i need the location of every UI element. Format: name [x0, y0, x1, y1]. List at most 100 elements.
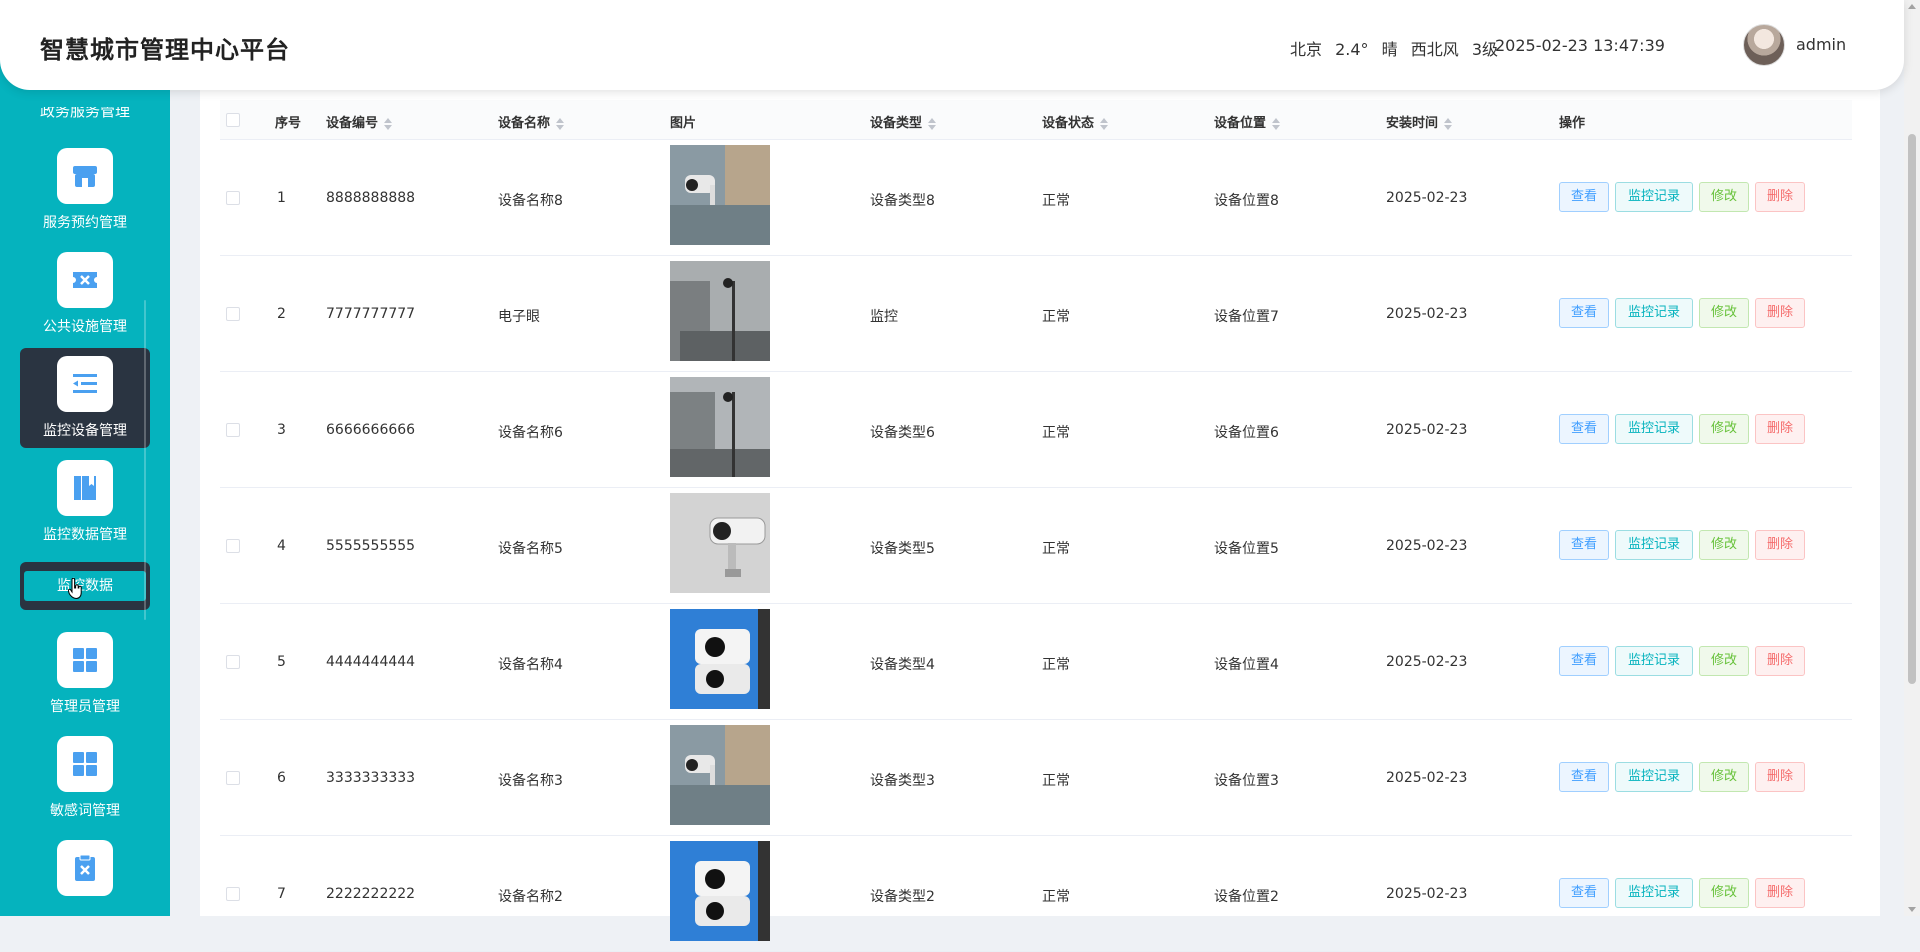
- col-type[interactable]: 设备类型: [870, 112, 937, 131]
- delete-button[interactable]: 删除: [1755, 878, 1805, 908]
- edit-button[interactable]: 修改: [1699, 182, 1749, 212]
- col-location[interactable]: 设备位置: [1214, 112, 1281, 131]
- delete-button[interactable]: 删除: [1755, 646, 1805, 676]
- cell-no: 4: [277, 538, 286, 554]
- view-button[interactable]: 查看: [1559, 878, 1609, 908]
- row-checkbox[interactable]: [226, 655, 240, 669]
- row-checkbox[interactable]: [226, 191, 240, 205]
- row-checkbox[interactable]: [226, 539, 240, 553]
- sidebar-item-more[interactable]: [20, 832, 150, 916]
- weather-city: 北京: [1290, 40, 1323, 59]
- delete-button[interactable]: 删除: [1755, 530, 1805, 560]
- col-name[interactable]: 设备名称: [498, 112, 565, 131]
- view-button[interactable]: 查看: [1559, 646, 1609, 676]
- monitor-log-button[interactable]: 监控记录: [1615, 414, 1693, 444]
- cell-location: 设备位置4: [1214, 657, 1279, 673]
- monitor-log-button[interactable]: 监控记录: [1615, 878, 1693, 908]
- table-body: 1 8888888888 设备名称8 设备类型8 正常 设备位置8 2025-0…: [220, 140, 1852, 952]
- edit-button[interactable]: 修改: [1699, 530, 1749, 560]
- monitor-log-button[interactable]: 监控记录: [1615, 530, 1693, 560]
- device-image[interactable]: [670, 377, 770, 477]
- view-button[interactable]: 查看: [1559, 762, 1609, 792]
- sidebar-item-label: 服务预约管理: [43, 215, 127, 231]
- cell-type: 设备类型2: [870, 889, 935, 905]
- sidebar-scrollbar[interactable]: [144, 300, 146, 620]
- device-image[interactable]: [670, 841, 770, 941]
- cell-location: 设备位置5: [1214, 541, 1279, 557]
- weather-condition: 晴: [1381, 40, 1398, 59]
- cell-date: 2025-02-23: [1386, 654, 1468, 670]
- sort-icon[interactable]: [556, 117, 565, 130]
- cell-status: 正常: [1042, 309, 1070, 325]
- sort-icon[interactable]: [1272, 117, 1281, 130]
- cell-no: 5: [277, 654, 286, 670]
- view-button[interactable]: 查看: [1559, 530, 1609, 560]
- table-row: 4 5555555555 设备名称5 设备类型5 正常 设备位置5 2025-0…: [220, 488, 1852, 604]
- sidebar-item-label: 监控数据管理: [43, 527, 127, 543]
- delete-button[interactable]: 删除: [1755, 414, 1805, 444]
- sort-icon[interactable]: [1100, 117, 1109, 130]
- row-checkbox[interactable]: [226, 771, 240, 785]
- scroll-up-icon[interactable]: [1908, 4, 1916, 9]
- cell-code: 3333333333: [326, 770, 416, 786]
- list-icon: [73, 374, 97, 393]
- row-checkbox[interactable]: [226, 307, 240, 321]
- monitor-log-button[interactable]: 监控记录: [1615, 298, 1693, 328]
- cell-no: 2: [277, 306, 286, 322]
- avatar[interactable]: [1743, 24, 1785, 66]
- submenu-item-monitor-data[interactable]: 监控数据: [24, 571, 146, 601]
- device-image[interactable]: [670, 725, 770, 825]
- page-scrollbar[interactable]: [1904, 0, 1920, 916]
- device-image[interactable]: [670, 609, 770, 709]
- col-status[interactable]: 设备状态: [1042, 112, 1109, 131]
- monitor-log-button[interactable]: 监控记录: [1615, 646, 1693, 676]
- edit-button[interactable]: 修改: [1699, 878, 1749, 908]
- sidebar-item-monitor-device[interactable]: 监控设备管理: [20, 348, 150, 448]
- cell-code: 7777777777: [326, 306, 416, 322]
- username[interactable]: admin: [1796, 35, 1846, 54]
- view-button[interactable]: 查看: [1559, 414, 1609, 444]
- edit-button[interactable]: 修改: [1699, 298, 1749, 328]
- cell-date: 2025-02-23: [1386, 770, 1468, 786]
- col-image: 图片: [670, 116, 697, 131]
- cell-type: 设备类型3: [870, 773, 935, 789]
- edit-button[interactable]: 修改: [1699, 646, 1749, 676]
- main-content: 序号 设备编号 设备名称 图片 设备类型 设备状态 设备位置 安装时间 操作 1…: [200, 90, 1880, 952]
- cell-name: 电子眼: [498, 309, 540, 325]
- sort-icon[interactable]: [928, 117, 937, 130]
- row-checkbox[interactable]: [226, 423, 240, 437]
- col-code[interactable]: 设备编号: [326, 112, 393, 131]
- cell-type: 监控: [870, 309, 898, 325]
- monitor-log-button[interactable]: 监控记录: [1615, 182, 1693, 212]
- cell-date: 2025-02-23: [1386, 190, 1468, 206]
- col-date[interactable]: 安装时间: [1386, 112, 1453, 131]
- select-all-checkbox[interactable]: [226, 113, 240, 127]
- sidebar-item-sensitive-words[interactable]: 敏感词管理: [20, 728, 150, 828]
- row-checkbox[interactable]: [226, 887, 240, 901]
- delete-button[interactable]: 删除: [1755, 762, 1805, 792]
- scroll-down-icon[interactable]: [1908, 907, 1916, 912]
- ticket-icon: [73, 272, 97, 288]
- device-image[interactable]: [670, 493, 770, 593]
- sidebar-item-admin[interactable]: 管理员管理: [20, 624, 150, 724]
- sort-icon[interactable]: [384, 117, 393, 130]
- delete-button[interactable]: 删除: [1755, 298, 1805, 328]
- sidebar-item-partial[interactable]: 政务服务管理: [0, 107, 170, 119]
- sidebar-item-monitor-data[interactable]: 监控数据管理: [20, 452, 150, 552]
- delete-button[interactable]: 删除: [1755, 182, 1805, 212]
- cell-date: 2025-02-23: [1386, 886, 1468, 902]
- device-image[interactable]: [670, 145, 770, 245]
- cell-location: 设备位置2: [1214, 889, 1279, 905]
- edit-button[interactable]: 修改: [1699, 762, 1749, 792]
- sidebar-item-service-booking[interactable]: 服务预约管理: [20, 140, 150, 240]
- view-button[interactable]: 查看: [1559, 182, 1609, 212]
- sort-icon[interactable]: [1444, 117, 1453, 130]
- sidebar-item-public-facilities[interactable]: 公共设施管理: [20, 244, 150, 344]
- view-button[interactable]: 查看: [1559, 298, 1609, 328]
- edit-button[interactable]: 修改: [1699, 414, 1749, 444]
- scrollbar-thumb[interactable]: [1908, 134, 1916, 684]
- cell-name: 设备名称2: [498, 889, 563, 905]
- device-image[interactable]: [670, 261, 770, 361]
- cell-location: 设备位置6: [1214, 425, 1279, 441]
- monitor-log-button[interactable]: 监控记录: [1615, 762, 1693, 792]
